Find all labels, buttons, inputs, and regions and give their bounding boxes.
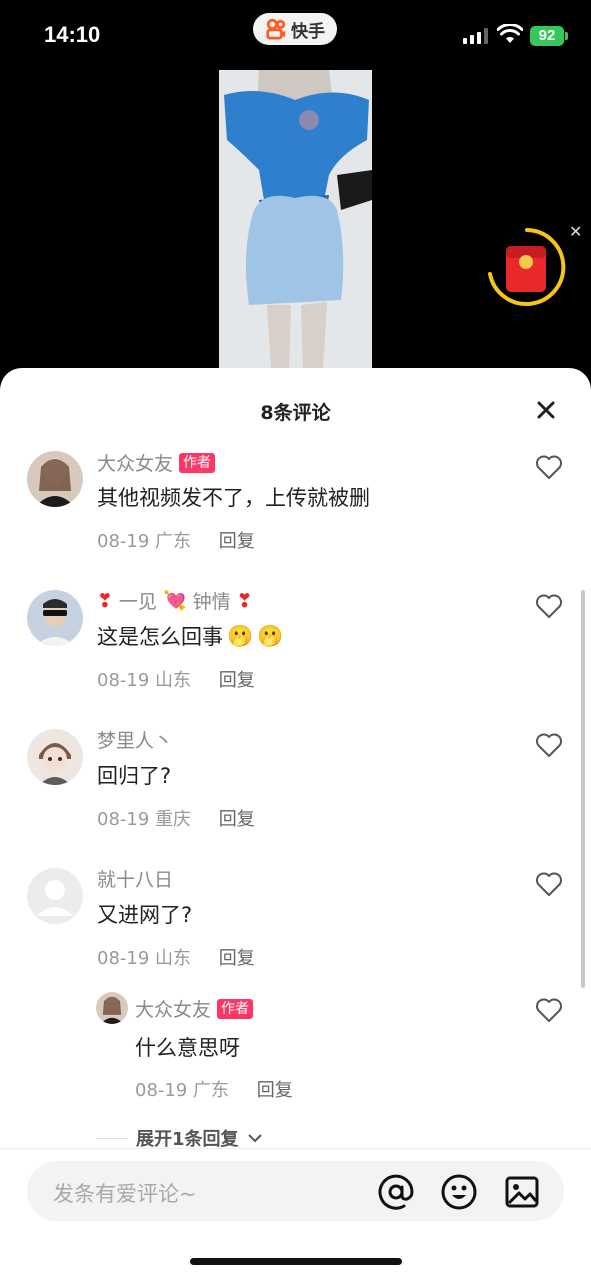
kuaishou-logo-icon	[266, 18, 286, 40]
red-packet-icon[interactable]	[486, 226, 568, 308]
avatar[interactable]	[27, 729, 83, 785]
comment-date: 08-19	[97, 531, 150, 552]
battery-tip	[565, 32, 568, 40]
comment-input[interactable]: 发条有爱评论~	[27, 1161, 564, 1221]
comment-location: 广东	[193, 1080, 230, 1101]
close-button[interactable]	[532, 396, 560, 424]
comment-meta: 08-19 重庆 回复	[97, 805, 255, 831]
home-indicator	[190, 1258, 402, 1265]
at-icon[interactable]	[377, 1173, 415, 1211]
comment-username[interactable]: ❣ 一见 💘 钟情 ❣	[97, 587, 253, 614]
emoji-icon[interactable]	[440, 1173, 478, 1211]
comment-date: 08-19	[97, 670, 150, 691]
avatar[interactable]	[27, 451, 83, 507]
heart-icon[interactable]	[535, 871, 563, 897]
avatar[interactable]	[27, 590, 83, 646]
comment-location: 山东	[155, 670, 192, 691]
heart-icon[interactable]	[535, 454, 563, 480]
heart-icon[interactable]	[535, 997, 563, 1023]
wifi-icon	[497, 24, 523, 43]
comment-text: 又进网了?	[97, 903, 193, 927]
comment-username[interactable]: 梦里人丶	[97, 726, 173, 753]
reply-button[interactable]: 回复	[219, 531, 255, 552]
avatar[interactable]	[96, 992, 128, 1024]
comment-meta: 08-19 山东 回复	[97, 944, 255, 970]
scrollbar[interactable]	[581, 590, 585, 988]
divider	[96, 1137, 128, 1139]
heart-icon[interactable]	[535, 593, 563, 619]
comment-meta: 08-19 广东 回复	[135, 1076, 293, 1102]
comment-count-title: 8条评论	[260, 402, 331, 424]
comment-text: 回归了?	[97, 764, 172, 788]
reply-button[interactable]: 回复	[219, 670, 255, 691]
signal-icon	[463, 28, 488, 44]
author-tag: 作者	[179, 452, 216, 473]
reply-button[interactable]: 回复	[257, 1080, 293, 1101]
video-frame	[219, 70, 372, 370]
comment-username[interactable]: 大众女友 作者	[135, 995, 254, 1022]
comment-text: 什么意思呀	[135, 1036, 240, 1060]
comment-sheet: 8条评论 大众女友 作者 其他视频发不了，上传就被删 08-19 广东 回复 ❣…	[0, 368, 591, 1280]
close-icon	[537, 401, 555, 419]
comment-text: 这是怎么回事 🫢 🫢	[97, 623, 284, 650]
emoji-face: 🫢	[227, 623, 254, 648]
app-badge[interactable]: 快手	[253, 13, 337, 45]
video-player[interactable]	[219, 70, 372, 370]
comment-username[interactable]: 大众女友 作者	[97, 449, 216, 476]
comment-meta: 08-19 广东 回复	[97, 527, 255, 553]
comment-date: 08-19	[135, 1080, 188, 1101]
app-name: 快手	[291, 21, 325, 42]
avatar[interactable]	[27, 868, 83, 924]
comment-date: 08-19	[97, 809, 150, 830]
reply-button[interactable]: 回复	[219, 809, 255, 830]
emoji-face: 🫢	[257, 623, 284, 648]
heart-icon[interactable]	[535, 732, 563, 758]
author-tag: 作者	[217, 998, 254, 1019]
status-bar: 14:10 快手 92	[0, 0, 591, 70]
comment-location: 重庆	[155, 809, 192, 830]
reply-button[interactable]: 回复	[219, 948, 255, 969]
comment-date: 08-19	[97, 948, 150, 969]
image-icon[interactable]	[503, 1173, 541, 1211]
status-time: 14:10	[44, 22, 101, 47]
comment-location: 山东	[155, 948, 192, 969]
comment-meta: 08-19 山东 回复	[97, 666, 255, 692]
divider	[0, 1148, 591, 1149]
battery-indicator: 92	[530, 26, 564, 46]
red-packet-close-icon[interactable]: ✕	[569, 222, 582, 241]
comment-username[interactable]: 就十八日	[97, 865, 173, 892]
comment-location: 广东	[155, 531, 192, 552]
comment-text: 其他视频发不了，上传就被删	[97, 486, 370, 510]
comment-input-placeholder: 发条有爱评论~	[53, 1182, 197, 1206]
chevron-down-icon	[247, 1134, 262, 1143]
